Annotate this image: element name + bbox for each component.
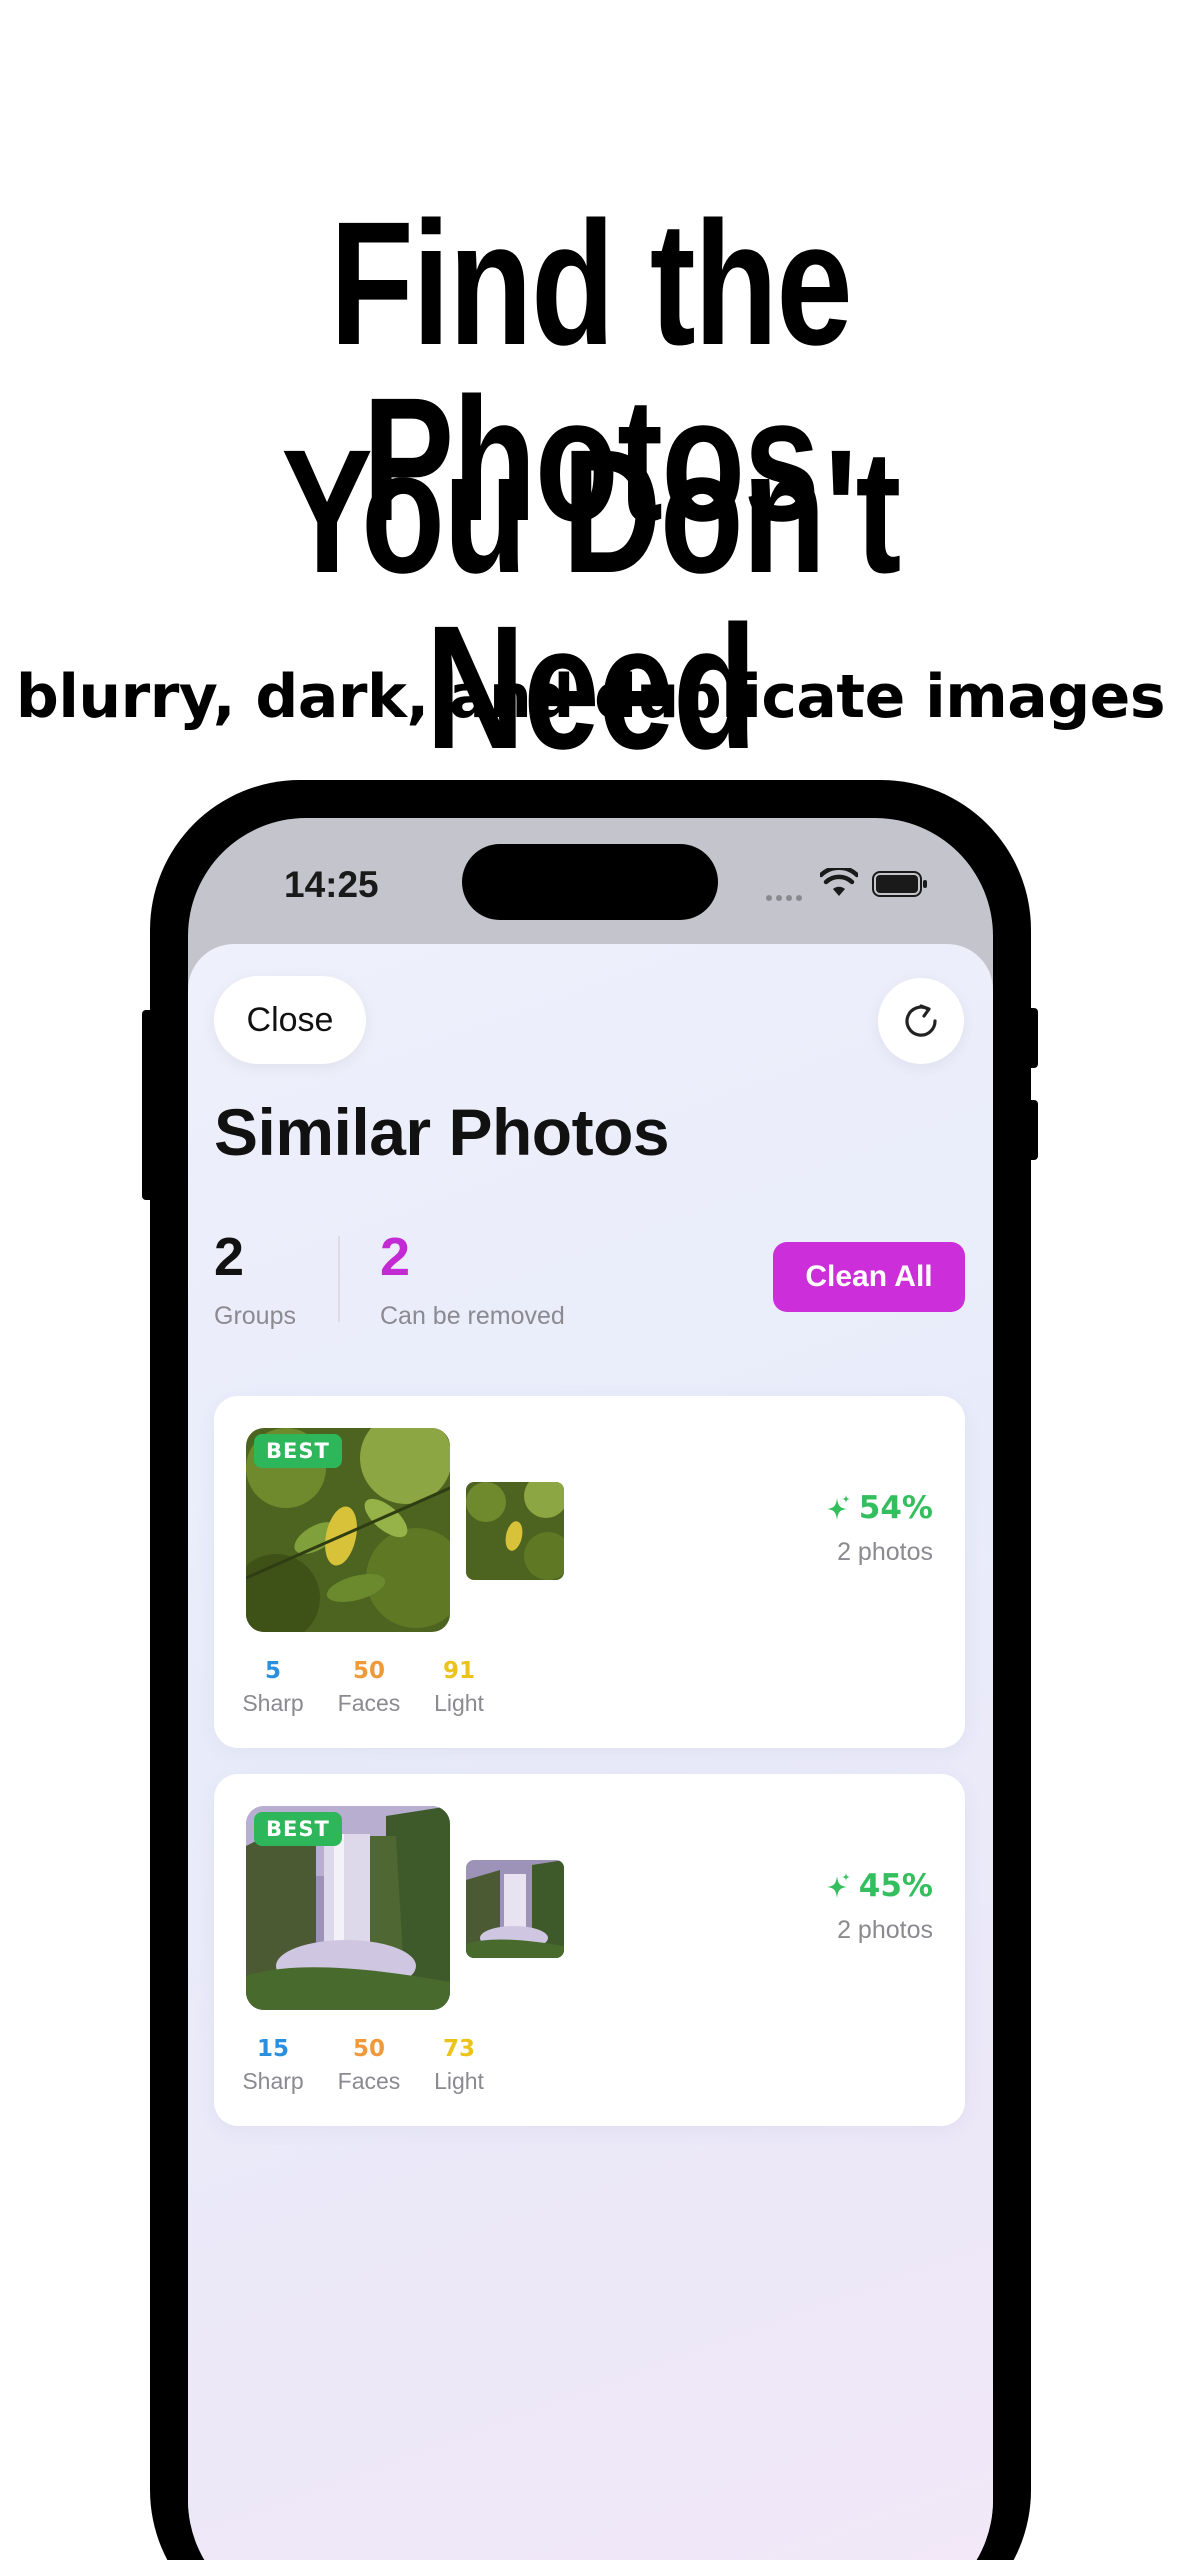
leaf-photo-image	[466, 1482, 564, 1580]
metric-faces-value: 50	[352, 1658, 385, 1684]
removable-label: Can be removed	[380, 1302, 565, 1330]
waterfall-photo-image	[466, 1860, 564, 1958]
best-badge: BEST	[254, 1434, 342, 1468]
clean-all-button[interactable]: Clean All	[773, 1242, 965, 1312]
photo-group-card[interactable]: BEST 5 Sharp 50 Faces 91 Light 54% 2 pho…	[214, 1396, 965, 1748]
metric-sharp: 5 Sharp	[228, 1658, 318, 1717]
photo-count: 2 photos	[837, 1916, 933, 1944]
page-title: Similar Photos	[214, 1095, 670, 1169]
phone-side-button	[1026, 1100, 1038, 1160]
metric-light: 91 Light	[414, 1658, 504, 1717]
similar-photo-thumbnail[interactable]	[466, 1860, 564, 1958]
close-button[interactable]: Close	[214, 976, 366, 1064]
removable-stat: 2 Can be removed	[380, 1230, 565, 1331]
metric-faces-label: Faces	[337, 2068, 401, 2094]
removable-count: 2	[380, 1227, 411, 1287]
phone-side-button	[1026, 1008, 1038, 1068]
metric-light-label: Light	[434, 2068, 484, 2094]
status-time: 14:25	[284, 864, 379, 905]
metric-sharp-value: 5	[264, 1658, 281, 1684]
photo-count: 2 photos	[837, 1538, 933, 1566]
best-badge: BEST	[254, 1812, 342, 1846]
signal-icon	[766, 888, 810, 901]
status-bar: 14:25	[188, 818, 993, 948]
sparkle-icon	[826, 1495, 850, 1520]
score-percent: 54%	[858, 1490, 933, 1526]
phone-side-button	[142, 1010, 154, 1200]
photo-group-card[interactable]: BEST 15 Sharp 50 Faces 73 Light 45% 2 ph…	[214, 1774, 965, 2126]
wifi-icon	[820, 868, 858, 896]
similar-photos-sheet: Close Similar Photos 2 Groups 2 Can be r…	[188, 944, 993, 2560]
phone-screen: 14:25 Close Similar Photos 2 Groups 2 Ca…	[188, 818, 993, 2560]
groups-stat: 2 Groups	[214, 1230, 296, 1331]
groups-label: Groups	[214, 1302, 296, 1330]
metric-light-value: 73	[442, 2036, 475, 2062]
similarity-score: 54% 2 photos	[825, 1490, 933, 1567]
metric-faces: 50 Faces	[324, 1658, 414, 1717]
metric-light: 73 Light	[414, 2036, 504, 2095]
metric-faces: 50 Faces	[324, 2036, 414, 2095]
metric-sharp: 15 Sharp	[228, 2036, 318, 2095]
metric-sharp-label: Sharp	[242, 2068, 304, 2094]
refresh-button[interactable]	[878, 978, 964, 1064]
refresh-icon	[905, 1004, 937, 1037]
battery-icon	[872, 871, 927, 897]
metric-faces-label: Faces	[337, 1690, 401, 1716]
stat-divider	[338, 1236, 340, 1322]
score-percent: 45%	[858, 1868, 933, 1904]
dynamic-island	[462, 844, 718, 920]
metric-light-value: 91	[442, 1658, 475, 1684]
metric-sharp-label: Sharp	[242, 1690, 304, 1716]
similar-photo-thumbnail[interactable]	[466, 1482, 564, 1580]
similarity-score: 45% 2 photos	[825, 1868, 933, 1945]
groups-count: 2	[214, 1227, 245, 1287]
promo-subheadline: blurry, dark, and duplicate images	[15, 662, 1166, 732]
metric-light-label: Light	[434, 1690, 484, 1716]
metric-faces-value: 50	[352, 2036, 385, 2062]
metric-sharp-value: 15	[256, 2036, 289, 2062]
sparkle-icon	[826, 1873, 850, 1898]
